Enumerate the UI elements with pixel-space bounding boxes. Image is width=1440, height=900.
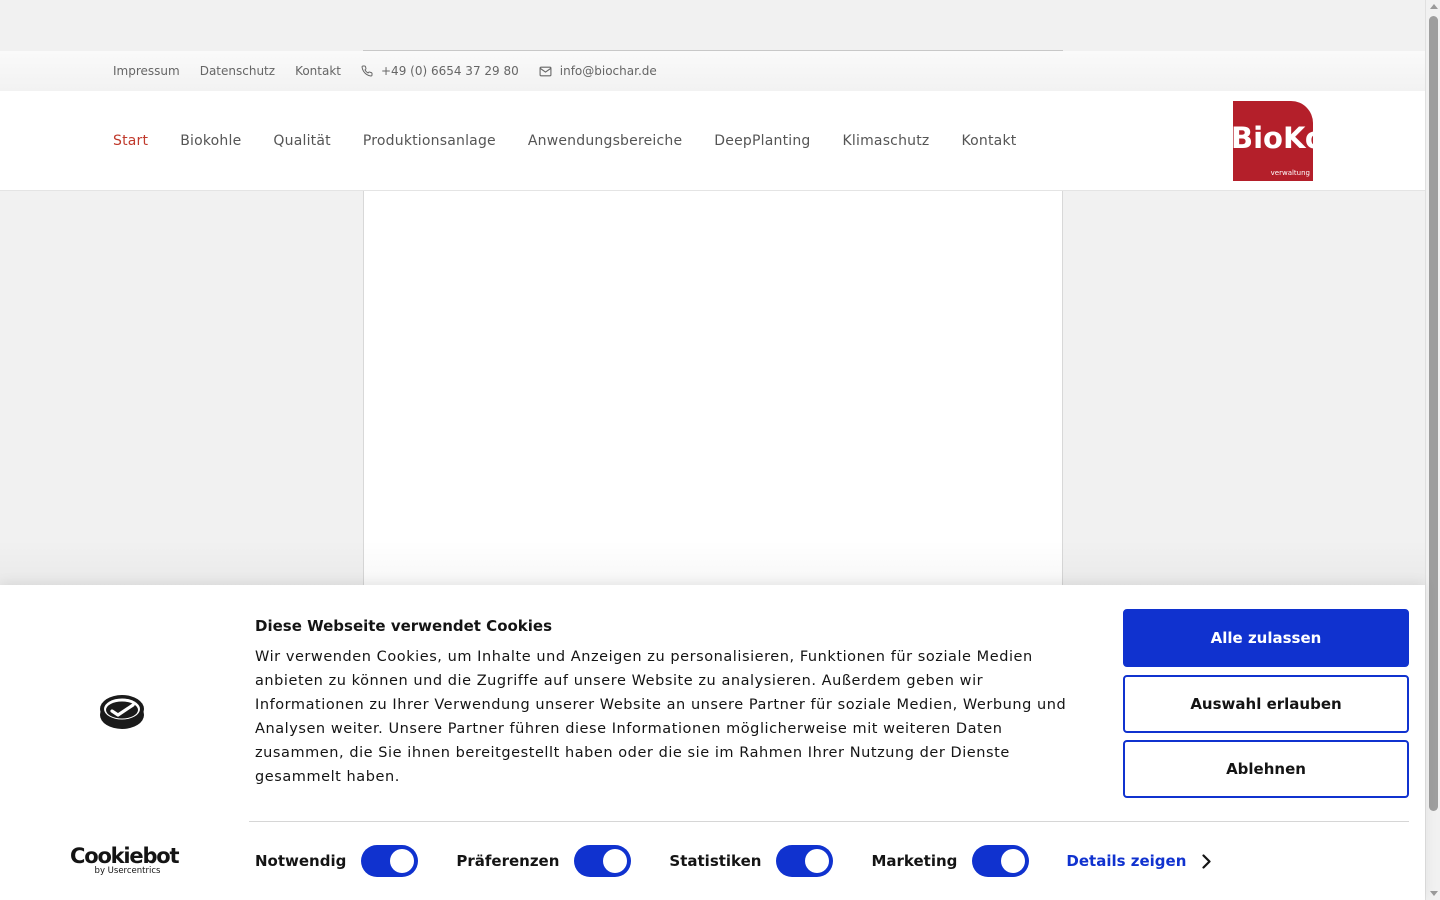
logo-subtext: verwaltung [1270,169,1310,177]
datenschutz-link[interactable]: Datenschutz [200,64,275,78]
toggle-label-marketing: Marketing [871,852,958,870]
main-nav: Start Biokohle Qualität Produktionsanlag… [113,91,1048,191]
toggle-label-preferences: Präferenzen [456,852,560,870]
cookie-banner-text: Wir verwenden Cookies, um Inhalte und An… [255,649,1067,785]
deny-button[interactable]: Ablehnen [1123,740,1409,798]
toggle-knob [390,849,415,873]
kontakt-top-link[interactable]: Kontakt [295,64,341,78]
email-address: info@biochar.de [559,64,657,78]
toggle-label-necessary: Notwendig [255,852,347,870]
cookie-banner-title: Diese Webseite verwendet Cookies [255,617,553,635]
email-link[interactable]: info@biochar.de [539,64,657,78]
nav-item-produktionsanlage[interactable]: Produktionsanlage [363,133,496,149]
phone-link[interactable]: +49 (0) 6654 37 29 80 [361,64,519,78]
show-details-link[interactable]: Details zeigen [1066,852,1212,870]
nav-item-qualitaet[interactable]: Qualität [273,133,330,149]
nav-item-kontakt[interactable]: Kontakt [961,133,1016,149]
phone-number: +49 (0) 6654 37 29 80 [381,64,519,78]
cookiebot-brand-name: Cookiebot [70,844,180,868]
logo-text: BioKo [1233,121,1313,155]
show-details-label: Details zeigen [1066,852,1187,870]
scrollbar-thumb[interactable] [1429,16,1438,811]
cookiebot-logo-icon [100,695,144,729]
toggle-label-statistics: Statistiken [669,852,762,870]
toggle-group-marketing: Marketing [871,845,1030,877]
cookie-consent-banner: Diese Webseite verwendet Cookies Wir ver… [0,585,1425,900]
top-bar-links: Impressum Datenschutz Kontakt +49 (0) 66… [113,51,677,91]
toggle-knob [603,849,628,873]
allow-selection-button[interactable]: Auswahl erlauben [1123,675,1409,733]
impressum-link[interactable]: Impressum [113,64,180,78]
toggle-group-necessary: Notwendig [255,845,419,877]
toggle-group-statistics: Statistiken [669,845,834,877]
consent-toggles: Notwendig Präferenzen Statistiken Market… [255,844,1212,878]
phone-icon [361,65,373,77]
toggle-group-preferences: Präferenzen [456,845,632,877]
chevron-right-icon [1202,853,1212,869]
toggle-knob [805,849,830,873]
nav-item-biokohle[interactable]: Biokohle [180,133,241,149]
nav-item-anwendungsbereiche[interactable]: Anwendungsbereiche [528,133,682,149]
toggle-necessary[interactable] [361,845,419,877]
top-bar: Impressum Datenschutz Kontakt +49 (0) 66… [0,51,1425,91]
toggle-statistics[interactable] [776,845,834,877]
allow-all-button[interactable]: Alle zulassen [1123,609,1409,667]
nav-item-start[interactable]: Start [113,133,148,149]
site-logo[interactable]: BioKo verwaltung [1233,101,1313,181]
scroll-down-arrow-icon[interactable] [1430,891,1438,896]
scrollbar[interactable] [1425,0,1440,900]
cookie-banner-divider [249,821,1409,822]
scroll-up-arrow-icon[interactable] [1430,4,1438,9]
nav-item-deepplanting[interactable]: DeepPlanting [714,133,810,149]
page-fade [0,540,1425,585]
nav-item-klimaschutz[interactable]: Klimaschutz [843,133,930,149]
site-header: Start Biokohle Qualität Produktionsanlag… [0,91,1425,191]
toggle-marketing[interactable] [972,845,1030,877]
toggle-knob [1001,849,1026,873]
mail-icon [539,66,552,76]
toggle-preferences[interactable] [574,845,632,877]
cookiebot-brand-logo[interactable]: Cookiebot by Usercentrics [70,844,180,876]
